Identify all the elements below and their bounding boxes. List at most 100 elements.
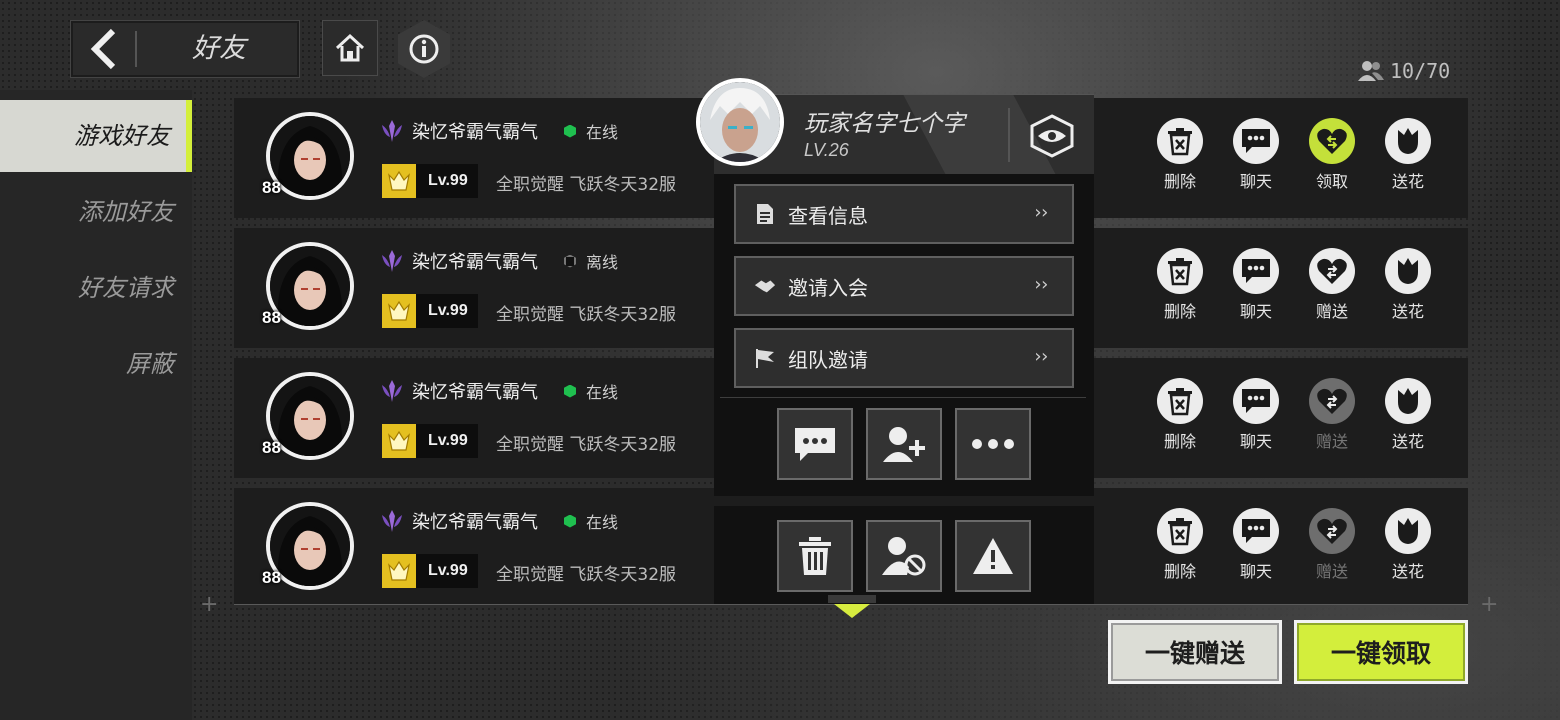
add-friend-button[interactable] (866, 408, 942, 480)
chat-icon (1233, 378, 1279, 424)
double-chevron-icon: ›› (1032, 346, 1050, 367)
chat-icon (1233, 508, 1279, 554)
heart-send-icon (1309, 248, 1355, 294)
player-avatar[interactable] (696, 78, 784, 166)
action-label: 删除 (1163, 562, 1196, 581)
block-user-button[interactable] (866, 520, 942, 592)
avatar-level: 88 (262, 178, 281, 197)
player-name: 玩家名字七个字 (804, 111, 965, 137)
level-text: Lv.99 (428, 562, 468, 579)
action-tulip-button[interactable]: 送花 (1380, 378, 1436, 452)
avatar-level: 88 (262, 568, 281, 587)
action-tulip-button[interactable]: 送花 (1380, 118, 1436, 192)
gift-all-button[interactable]: 一键赠送 (1108, 620, 1282, 684)
action-trash-button[interactable]: 删除 (1152, 378, 1208, 452)
action-chat-button[interactable]: 聊天 (1228, 248, 1284, 322)
friend-name: 染忆爷霸气霸气 (412, 382, 538, 403)
popup-pointer-icon (834, 604, 870, 618)
tulip-icon (1385, 118, 1431, 164)
corner-mark: + (1480, 592, 1499, 617)
status-text: 在线 (586, 123, 619, 142)
server-name: 全职觉醒 飞跃冬天32服 (496, 305, 677, 325)
flag-icon (754, 347, 776, 369)
friend-name-line: 染忆爷霸气霸气 在线 (380, 118, 618, 144)
corner-mark: + (200, 592, 219, 617)
menu-team-invite[interactable]: 组队邀请 ›› (734, 328, 1074, 388)
tab-game-friends[interactable]: 游戏好友 (0, 100, 192, 172)
delete-friend-button[interactable] (777, 520, 853, 592)
friend-name: 染忆爷霸气霸气 (412, 252, 538, 273)
action-chat-button[interactable]: 聊天 (1228, 508, 1284, 582)
action-tulip-button[interactable]: 送花 (1380, 248, 1436, 322)
server-name: 全职觉醒 飞跃冬天32服 (496, 435, 677, 455)
home-button[interactable] (322, 20, 378, 76)
friend-name-line: 染忆爷霸气霸气 在线 (380, 508, 618, 534)
people-icon (1358, 61, 1384, 81)
action-label: 赠送 (1315, 432, 1348, 451)
action-label: 删除 (1163, 302, 1196, 321)
guild-eye-icon (1030, 114, 1074, 158)
status-text: 离线 (586, 253, 619, 272)
friend-status: 在线 (564, 119, 618, 143)
action-heart-send-button[interactable]: 赠送 (1304, 508, 1360, 582)
action-trash-button[interactable]: 删除 (1152, 118, 1208, 192)
info-button[interactable] (398, 20, 450, 78)
rank-emblem-icon (382, 510, 402, 532)
action-chat-button[interactable]: 聊天 (1228, 118, 1284, 192)
heart-send-icon (1309, 508, 1355, 554)
tulip-icon (1385, 248, 1431, 294)
status-dot-icon (564, 384, 576, 398)
friend-count: 10/70 (1358, 56, 1450, 86)
crown-icon (382, 164, 416, 198)
report-button[interactable] (955, 520, 1031, 592)
rank-emblem-icon (382, 250, 402, 272)
friend-name: 染忆爷霸气霸气 (412, 512, 538, 533)
action-heart-send-button[interactable]: 赠送 (1304, 248, 1360, 322)
level-text: Lv.99 (428, 302, 468, 319)
action-trash-button[interactable]: 删除 (1152, 508, 1208, 582)
more-button[interactable] (955, 408, 1031, 480)
divider (720, 397, 1086, 398)
action-label: 删除 (1163, 172, 1196, 191)
action-tulip-button[interactable]: 送花 (1380, 508, 1436, 582)
action-label: 聊天 (1239, 562, 1272, 581)
back-arrow-icon[interactable] (85, 27, 125, 71)
action-chat-button[interactable]: 聊天 (1228, 378, 1284, 452)
menu-view-info[interactable]: 查看信息 ›› (734, 184, 1074, 244)
level-text: Lv.99 (428, 172, 468, 189)
action-heart-receive-button[interactable]: 领取 (1304, 118, 1360, 192)
menu-label: 查看信息 (788, 203, 868, 228)
tab-blocked[interactable]: 屏蔽 (0, 328, 192, 400)
trash-icon (1157, 118, 1203, 164)
status-dot-icon (564, 254, 576, 268)
action-heart-send-button[interactable]: 赠送 (1304, 378, 1360, 452)
divider (1008, 108, 1010, 162)
block-user-icon (882, 537, 926, 576)
status-text: 在线 (586, 383, 619, 402)
handshake-icon (754, 275, 776, 297)
tab-friend-requests[interactable]: 好友请求 (0, 252, 192, 324)
action-trash-button[interactable]: 删除 (1152, 248, 1208, 322)
friend-name: 染忆爷霸气霸气 (412, 122, 538, 143)
action-label: 领取 (1315, 172, 1348, 191)
double-chevron-icon: ›› (1032, 202, 1050, 223)
tab-add-friend[interactable]: 添加好友 (0, 176, 192, 248)
avatar-level: 88 (262, 308, 281, 327)
friend-count-text: 10/70 (1390, 59, 1451, 83)
claim-all-button[interactable]: 一键领取 (1294, 620, 1468, 684)
level-text: Lv.99 (428, 432, 468, 449)
server-name: 全职觉醒 飞跃冬天32服 (496, 565, 677, 585)
menu-invite-guild[interactable]: 邀请入会 ›› (734, 256, 1074, 316)
popup-pointer-base (828, 595, 876, 603)
player-level: LV.26 (804, 140, 849, 160)
sidebar: 游戏好友 添加好友 好友请求 屏蔽 (0, 90, 192, 720)
server-name: 全职觉醒 飞跃冬天32服 (496, 175, 677, 195)
document-icon (754, 203, 776, 225)
guild-button[interactable] (1028, 112, 1076, 160)
chat-button[interactable] (777, 408, 853, 480)
warning-icon (973, 538, 1013, 574)
add-user-icon (883, 427, 925, 462)
trash-icon (799, 537, 831, 575)
action-label: 送花 (1391, 432, 1424, 451)
heart-send-icon (1309, 378, 1355, 424)
